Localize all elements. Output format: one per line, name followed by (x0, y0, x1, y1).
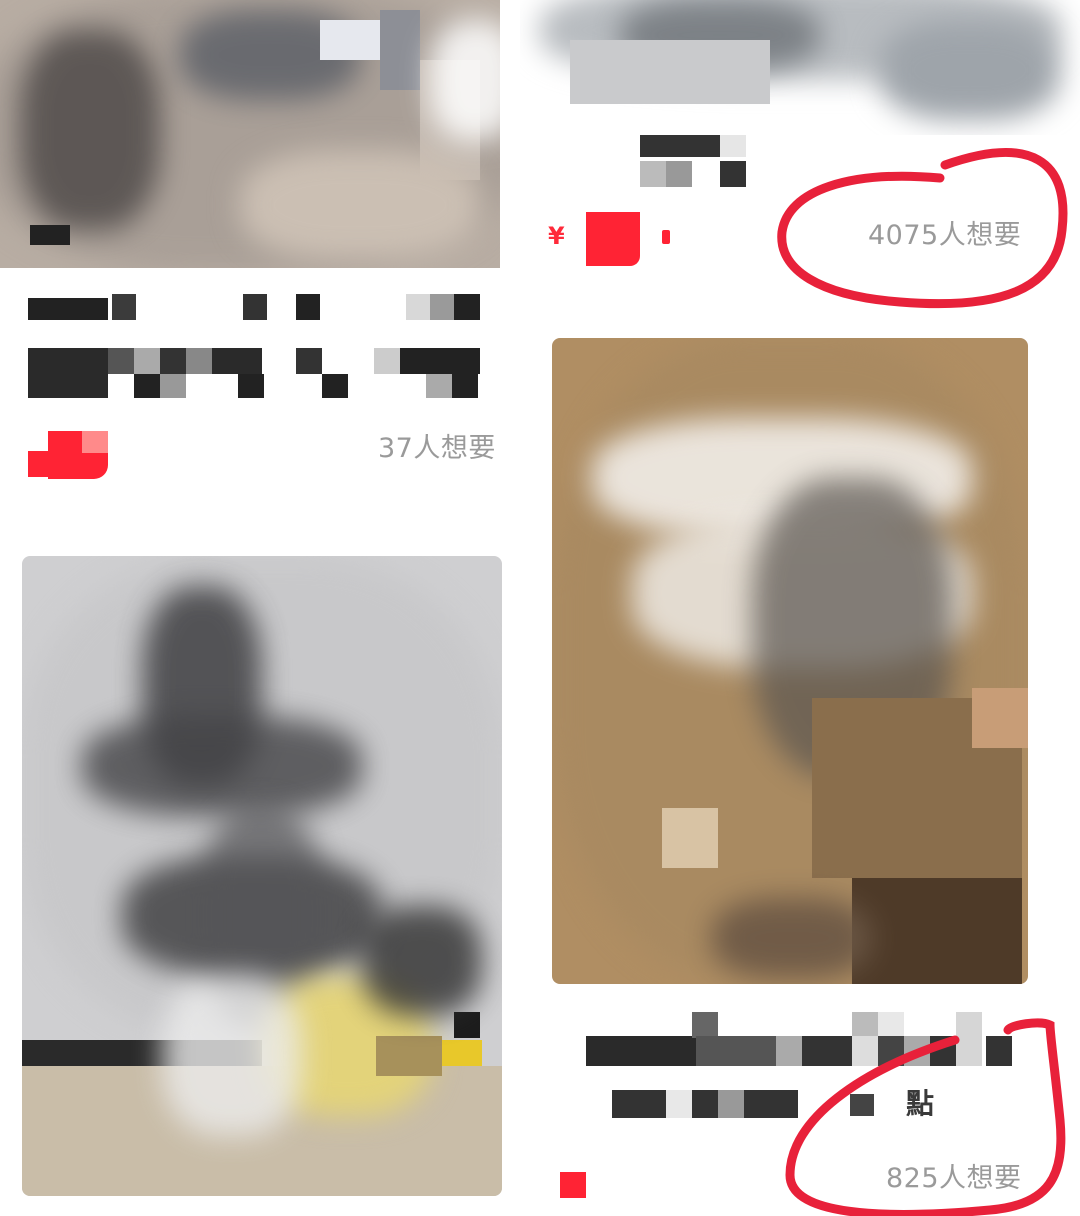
product-image-3[interactable] (22, 556, 502, 1196)
price-decimal-2 (662, 230, 670, 244)
want-count-1: 37人想要 (378, 433, 496, 464)
price-value-2 (586, 212, 640, 266)
product-image-2[interactable] (520, 0, 1080, 135)
product-image-4[interactable] (552, 338, 1028, 984)
want-count-4: 825人想要 (886, 1163, 1022, 1194)
product-title-4[interactable] (586, 1010, 1012, 1120)
price-value-4 (560, 1172, 586, 1198)
product-title-1[interactable] (28, 290, 488, 400)
product-price-1 (28, 425, 110, 479)
product-title-2[interactable] (640, 135, 750, 190)
title-fragment-4: 點 (906, 1087, 935, 1120)
product-image-1[interactable] (0, 0, 500, 268)
want-count-2: 4075人想要 (868, 220, 1022, 251)
price-symbol-2: ¥ (548, 222, 565, 250)
